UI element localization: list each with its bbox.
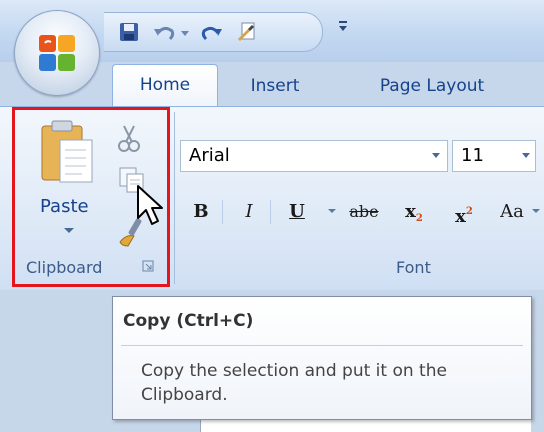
change-case-dropdown-icon[interactable]: [532, 209, 540, 213]
redo-icon[interactable]: [200, 21, 224, 43]
mouse-pointer-icon: [137, 185, 163, 225]
copy-tooltip: Copy (Ctrl+C) Copy the selection and put…: [112, 296, 532, 420]
tooltip-description: Copy the selection and put it on the Cli…: [141, 361, 447, 405]
font-size-dropdown-icon[interactable]: [522, 153, 530, 158]
bold-button[interactable]: B: [186, 196, 216, 228]
group-separator: [174, 112, 175, 284]
customize-quick-access-icon[interactable]: [236, 21, 260, 43]
underline-button[interactable]: U: [282, 196, 312, 228]
format-separator: [270, 200, 271, 224]
subscript-mark: 2: [415, 213, 423, 224]
scissors-icon[interactable]: [116, 124, 142, 154]
underline-dropdown-icon[interactable]: [328, 209, 336, 213]
font-name-value: Arial: [189, 145, 230, 166]
tooltip-divider: [121, 345, 523, 346]
subscript-button[interactable]: x2: [398, 196, 430, 228]
dialog-launcher-icon[interactable]: [142, 260, 154, 272]
superscript-base: x: [455, 206, 466, 227]
clipboard-group-label: Clipboard: [26, 258, 103, 277]
paste-button-label[interactable]: Paste: [40, 196, 89, 217]
paste-dropdown-arrow[interactable]: [64, 228, 74, 233]
italic-button[interactable]: I: [234, 196, 264, 228]
undo-dropdown-icon[interactable]: [180, 21, 190, 43]
strikethrough-button[interactable]: abe: [344, 196, 384, 228]
undo-icon[interactable]: [152, 21, 176, 43]
font-group-label: Font: [396, 258, 431, 277]
format-separator: [222, 200, 223, 224]
qat-more-icon[interactable]: [336, 18, 350, 34]
font-name-combo[interactable]: Arial: [180, 140, 448, 172]
font-name-dropdown-icon[interactable]: [432, 153, 440, 158]
save-icon[interactable]: [118, 21, 140, 43]
font-size-value: 11: [461, 145, 484, 166]
quick-access-toolbar: [104, 12, 323, 52]
superscript-mark: 2: [465, 206, 473, 217]
tooltip-title: Copy (Ctrl+C): [123, 311, 254, 331]
change-case-button[interactable]: Aa: [494, 196, 530, 228]
tab-page-layout[interactable]: Page Layout: [352, 66, 512, 106]
word-window: Home Insert Page Layout Paste Clipboard: [0, 0, 544, 432]
superscript-button[interactable]: x2: [448, 196, 480, 228]
office-button[interactable]: [14, 10, 100, 96]
paste-clipboard-icon[interactable]: [38, 118, 98, 188]
subscript-base: x: [405, 201, 416, 222]
office-logo-icon: [39, 35, 75, 71]
tab-home[interactable]: Home: [112, 64, 218, 109]
tab-insert[interactable]: Insert: [230, 66, 320, 106]
